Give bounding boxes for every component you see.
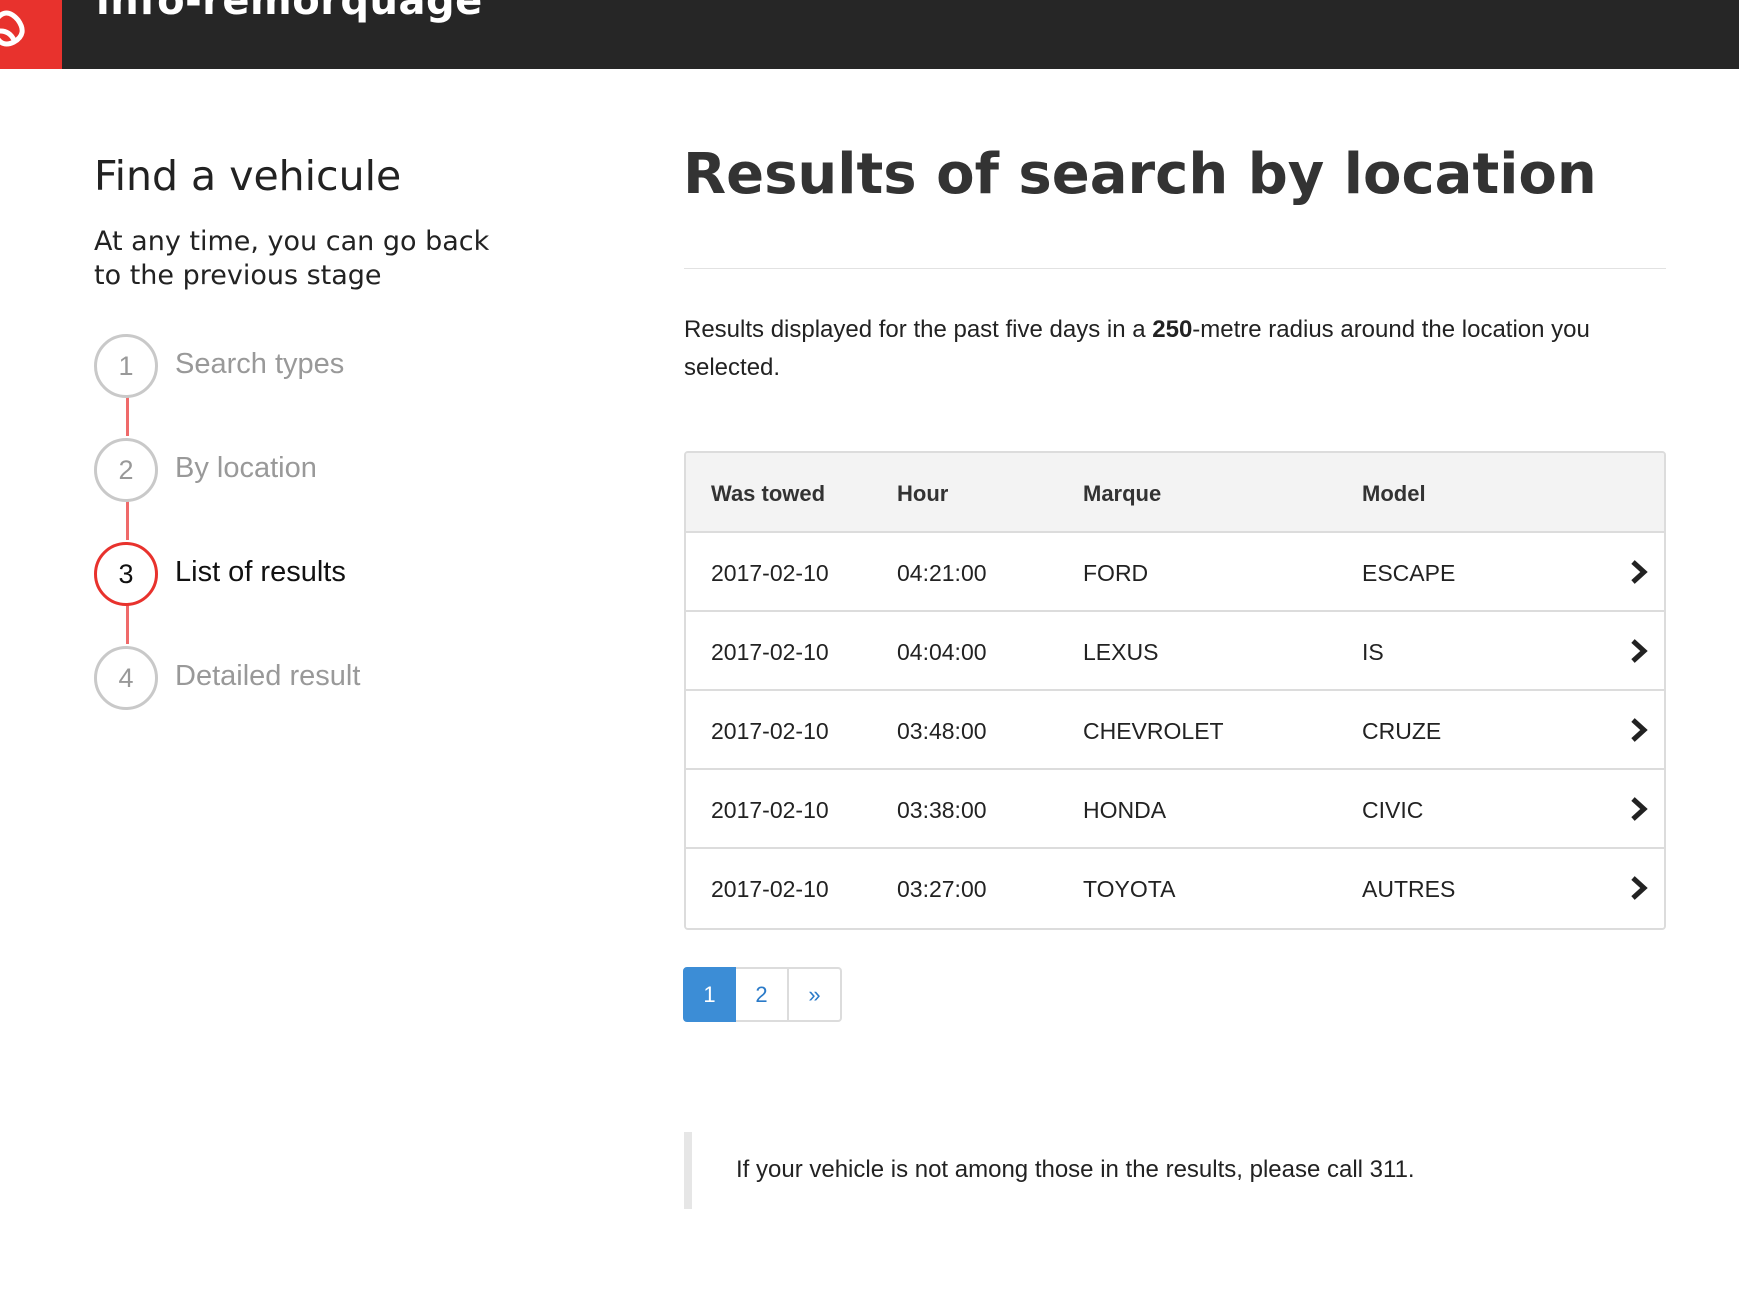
sidebar-subtitle: At any time, you can go back to the prev… <box>94 226 490 291</box>
sidebar-title: Find a vehicule <box>94 152 402 200</box>
cell-was-towed: 2017-02-10 <box>711 639 829 665</box>
step-by-location[interactable]: 2 By location <box>94 438 514 502</box>
page-title: Results of search by location <box>683 142 1597 207</box>
table-row[interactable]: 2017-02-10 03:48:00 CHEVROLET CRUZE <box>686 691 1664 770</box>
table-row[interactable]: 2017-02-10 04:21:00 FORD ESCAPE <box>686 533 1664 612</box>
chevron-right-icon[interactable] <box>1628 795 1650 823</box>
page-2-button[interactable]: 2 <box>736 967 789 1022</box>
cell-hour: 04:21:00 <box>897 560 987 586</box>
column-header-was-towed: Was towed <box>711 481 826 506</box>
page-1-button[interactable]: 1 <box>683 967 736 1022</box>
cell-model: CRUZE <box>1362 718 1442 744</box>
pagination: 1 2 » <box>683 967 842 1022</box>
step-number: 4 <box>94 646 158 710</box>
cell-was-towed: 2017-02-10 <box>711 876 829 902</box>
step-label: List of results <box>175 556 346 588</box>
cell-marque: HONDA <box>1083 797 1167 823</box>
table-row[interactable]: 2017-02-10 03:27:00 TOYOTA AUTRES <box>686 849 1664 928</box>
step-connector <box>126 500 129 540</box>
column-header-model: Model <box>1362 481 1426 506</box>
cell-hour: 04:04:00 <box>897 639 987 665</box>
results-intro: Results displayed for the past five days… <box>684 311 1669 387</box>
call-311-note: If your vehicle is not among those in th… <box>684 1132 1666 1209</box>
table-row[interactable]: 2017-02-10 03:38:00 HONDA CIVIC <box>686 770 1664 849</box>
step-connector <box>126 396 129 436</box>
chevron-right-icon[interactable] <box>1628 716 1650 744</box>
column-header-hour: Hour <box>897 481 949 506</box>
next-page-button[interactable]: » <box>789 967 842 1022</box>
cell-model: IS <box>1362 639 1384 665</box>
divider <box>684 268 1666 269</box>
city-logo-icon[interactable] <box>0 0 62 69</box>
step-list-of-results: 3 List of results <box>94 542 514 606</box>
column-header-marque: Marque <box>1083 481 1162 506</box>
step-detailed-result: 4 Detailed result <box>94 646 514 710</box>
step-label: Detailed result <box>175 660 361 692</box>
radius-value: 250 <box>1152 316 1193 343</box>
cell-was-towed: 2017-02-10 <box>711 797 829 823</box>
step-label: By location <box>175 452 317 484</box>
cell-model: CIVIC <box>1362 797 1424 823</box>
cell-marque: LEXUS <box>1083 639 1159 665</box>
cell-marque: TOYOTA <box>1083 876 1176 902</box>
step-number: 3 <box>94 542 158 606</box>
cell-hour: 03:38:00 <box>897 797 987 823</box>
cell-marque: CHEVROLET <box>1083 718 1224 744</box>
table-header: Was towed Hour Marque Model <box>686 453 1664 533</box>
cell-was-towed: 2017-02-10 <box>711 718 829 744</box>
cell-model: ESCAPE <box>1362 560 1456 586</box>
cell-marque: FORD <box>1083 560 1149 586</box>
cell-model: AUTRES <box>1362 876 1456 902</box>
cell-was-towed: 2017-02-10 <box>711 560 829 586</box>
progress-steps: 1 Search types 2 By location 3 List of r… <box>94 334 514 714</box>
step-number: 2 <box>94 438 158 502</box>
intro-text: Results displayed for the past five days… <box>684 316 1153 343</box>
cell-hour: 03:27:00 <box>897 876 987 902</box>
chevron-right-icon[interactable] <box>1628 637 1650 665</box>
chevron-right-icon[interactable] <box>1628 558 1650 586</box>
step-label: Search types <box>175 348 345 380</box>
top-bar: info-remorquage <box>0 0 1739 69</box>
cell-hour: 03:48:00 <box>897 718 987 744</box>
results-table: Was towed Hour Marque Model 2017-02-10 0… <box>684 451 1666 930</box>
step-search-types[interactable]: 1 Search types <box>94 334 514 398</box>
chevron-right-icon[interactable] <box>1628 874 1650 902</box>
step-number: 1 <box>94 334 158 398</box>
app-title[interactable]: info-remorquage <box>96 0 483 24</box>
step-connector <box>126 604 129 644</box>
table-row[interactable]: 2017-02-10 04:04:00 LEXUS IS <box>686 612 1664 691</box>
